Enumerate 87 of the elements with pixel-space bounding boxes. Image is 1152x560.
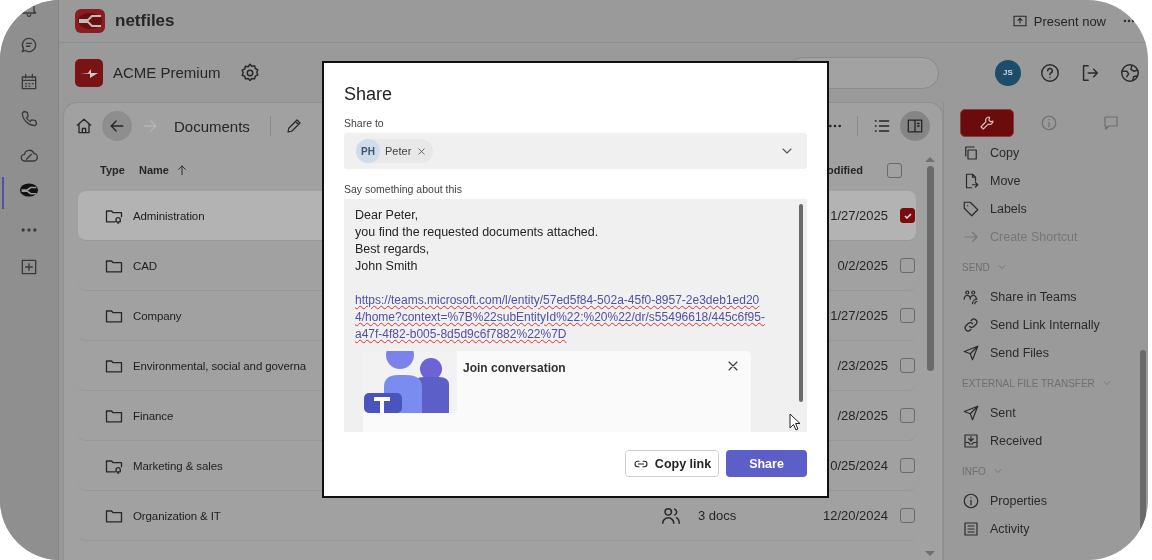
logo-icon: [75, 9, 105, 33]
modified-date: 0/2/2025: [837, 258, 888, 273]
modified-date: /23/2025: [837, 358, 888, 373]
home-icon[interactable]: [74, 116, 94, 136]
activity-list-icon: [962, 520, 980, 538]
workspace-logo-icon: [75, 58, 103, 87]
row-checkbox[interactable]: [900, 408, 915, 423]
present-icon: [1011, 13, 1028, 29]
chat-icon[interactable]: [19, 35, 39, 55]
inbox-download-icon: [962, 432, 980, 450]
modified-date: 0/25/2024: [830, 458, 888, 473]
check-icon: [902, 210, 913, 221]
column-header[interactable]: Name: [139, 164, 169, 176]
action-item[interactable]: Share in Teams: [962, 283, 1077, 311]
folder-name: Finance: [133, 409, 174, 422]
recipient-name: Peter: [385, 145, 412, 157]
row-checkbox[interactable]: [900, 308, 915, 323]
folder-name: Company: [133, 309, 182, 322]
panel-toggle-button[interactable]: [900, 111, 930, 141]
column-header[interactable]: Type: [100, 164, 133, 176]
brand-name: netfiles: [115, 11, 175, 31]
modified-date: /28/2025: [837, 408, 888, 423]
panel-tab[interactable]: [960, 109, 1014, 137]
tag-icon: [962, 200, 980, 218]
message-line: Dear Peter,: [355, 207, 420, 224]
field-label: Share to: [344, 117, 385, 129]
card-title: Join conversation: [463, 360, 567, 377]
info-icon: [962, 492, 980, 510]
action-item[interactable]: Sent: [962, 399, 1016, 427]
action-item[interactable]: Send Files: [962, 339, 1050, 367]
wrench-icon: [978, 114, 996, 132]
people-icon: [962, 288, 980, 306]
present-now-button[interactable]: Present now: [1011, 13, 1106, 29]
user-avatar[interactable]: JS: [995, 59, 1021, 86]
globe-icon[interactable]: [1119, 61, 1141, 84]
info-icon: [1040, 114, 1058, 132]
action-item[interactable]: Send Link Internally: [962, 311, 1100, 339]
link-icon: [962, 316, 980, 334]
send-icon: [962, 404, 980, 422]
calendar-icon[interactable]: [19, 72, 39, 92]
add-icon[interactable]: [19, 257, 39, 277]
settings-icon[interactable]: [238, 61, 261, 84]
field-label: Say something about this: [344, 183, 463, 195]
row-checkbox[interactable]: [900, 458, 915, 473]
recipient-chip[interactable]: PH Peter: [356, 139, 434, 163]
action-item[interactable]: Activity: [962, 515, 1030, 543]
message-line: you find the requested documents attached.: [355, 224, 600, 241]
share-button[interactable]: Share: [726, 450, 807, 477]
action-item[interactable]: Received: [962, 427, 1043, 455]
folder-name: CAD: [133, 259, 157, 272]
recipient-field[interactable]: PH Peter: [344, 133, 807, 169]
action-item[interactable]: Labels: [962, 195, 1027, 223]
row-checkbox[interactable]: [900, 208, 915, 223]
row-checkbox[interactable]: [900, 258, 915, 273]
avatar: PH: [356, 139, 380, 163]
back-button[interactable]: [102, 111, 132, 141]
help-icon[interactable]: [1039, 61, 1061, 84]
action-item[interactable]: Properties: [962, 487, 1047, 515]
copy-icon: [962, 144, 980, 162]
copy-link-button[interactable]: Copy link: [625, 450, 719, 477]
edit-icon[interactable]: [284, 117, 303, 135]
app-logo-icon[interactable]: [19, 183, 39, 197]
folder-name: Environmental, social and governa: [133, 359, 307, 372]
message-line: Best regards,: [355, 241, 431, 258]
scrollbar[interactable]: [799, 204, 803, 402]
folder-name: Organization & IT: [133, 509, 221, 522]
action-item[interactable]: Copy: [962, 139, 1020, 167]
action-item[interactable]: Move: [962, 167, 1021, 195]
select-all-checkbox[interactable]: [887, 162, 902, 178]
modified-date: 1/27/2025: [830, 308, 888, 323]
send-icon: [962, 344, 980, 362]
row-checkbox[interactable]: [900, 358, 915, 373]
workspace-name: ACME Premium: [113, 64, 221, 81]
modified-date: 1/27/2025: [830, 208, 888, 223]
row-checkbox[interactable]: [900, 508, 915, 523]
phone-icon[interactable]: [19, 109, 39, 129]
dialog-title: Share: [344, 84, 394, 105]
message-line: John Smith: [355, 258, 419, 275]
document-count: 3 docs: [698, 508, 737, 523]
message-field[interactable]: [344, 199, 807, 432]
teams-link[interactable]: https://teams.microsoft.com/l/entity/57ed5f84-502a-45f0-8957-2e3deb1ed204/home?context=%7B%22subEntityId%22:%20%22/dr/s55496618/445c6f95-a47f-4f82-b005-8d5d9c6f7882%22%7D: [355, 292, 767, 343]
folder-name: Marketing & sales: [133, 459, 223, 472]
breadcrumb: Documents: [174, 117, 250, 135]
folder-name: Administration: [133, 209, 205, 222]
mouse-pointer-icon: [789, 413, 801, 431]
modified-date: 12/20/2024: [822, 508, 888, 523]
comment-icon: [1102, 114, 1120, 132]
